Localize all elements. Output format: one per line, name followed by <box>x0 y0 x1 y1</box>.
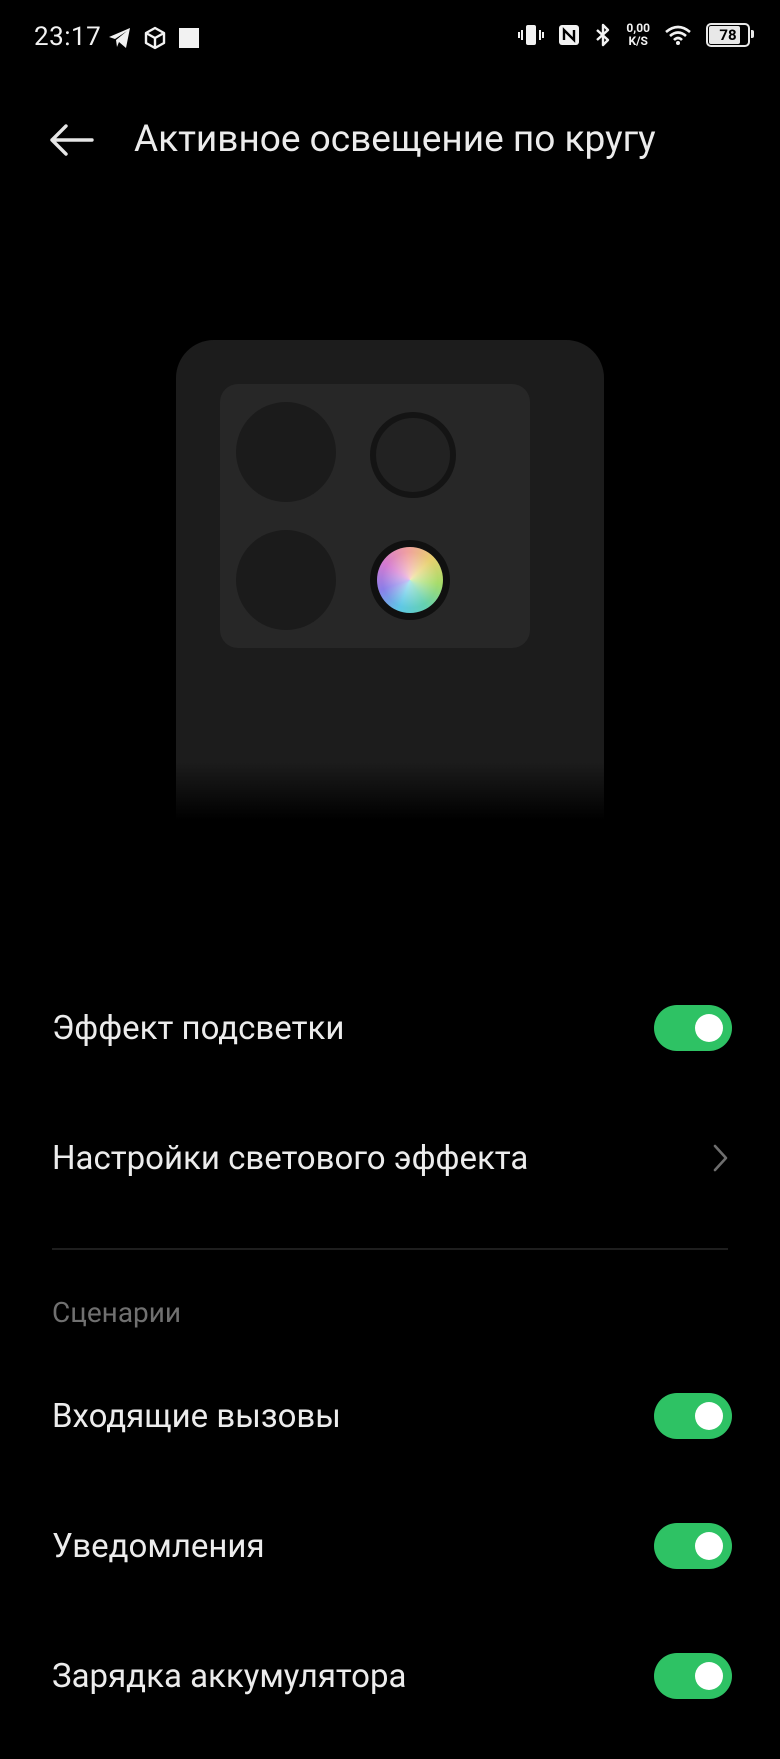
status-left-icons <box>108 26 200 50</box>
toggle-knob <box>695 1662 723 1690</box>
camera-module <box>220 384 530 648</box>
section-header-scenarios: Сценарии <box>52 1296 182 1329</box>
halo-light-ring <box>370 540 450 620</box>
nfc-icon <box>558 24 580 46</box>
telegram-icon <box>108 27 132 49</box>
incoming-calls-toggle[interactable] <box>654 1393 732 1439</box>
setting-battery-charging[interactable]: Зарядка аккумулятора <box>52 1636 732 1716</box>
battery-level: 78 <box>719 26 737 44</box>
notifications-toggle[interactable] <box>654 1523 732 1569</box>
setting-effect-settings[interactable]: Настройки светового эффекта <box>52 1118 732 1198</box>
wifi-icon <box>664 24 692 46</box>
battery-icon: 78 <box>706 23 754 47</box>
status-time: 23:17 <box>34 22 102 52</box>
bluetooth-icon <box>594 23 612 47</box>
vibrate-icon <box>518 23 545 47</box>
lighting-effect-toggle[interactable] <box>654 1005 732 1051</box>
phone-back-illustration <box>176 340 604 820</box>
back-arrow-icon <box>50 124 94 156</box>
setting-label: Уведомления <box>52 1526 265 1566</box>
setting-label: Эффект подсветки <box>52 1008 345 1048</box>
rgb-light-orb <box>377 547 443 613</box>
status-right-icons: 0,00 K/S 78 <box>518 22 754 48</box>
setting-label: Зарядка аккумулятора <box>52 1656 407 1696</box>
net-speed-unit: K/S <box>628 34 648 48</box>
back-button[interactable] <box>46 114 98 166</box>
setting-incoming-calls[interactable]: Входящие вызовы <box>52 1376 732 1456</box>
toggle-knob <box>695 1532 723 1560</box>
setting-lighting-effect[interactable]: Эффект подсветки <box>52 988 732 1068</box>
square-icon <box>178 27 200 49</box>
status-bar: 23:17 0,00 K/S 78 <box>0 0 780 80</box>
camera-lens <box>236 402 336 502</box>
battery-charging-toggle[interactable] <box>654 1653 732 1699</box>
setting-label: Настройки светового эффекта <box>52 1138 529 1178</box>
toggle-knob <box>695 1402 723 1430</box>
divider <box>52 1248 728 1250</box>
page-title: Активное освещение по кругу <box>134 118 656 161</box>
chevron-right-icon <box>708 1141 732 1175</box>
cube-icon <box>144 26 166 50</box>
toggle-knob <box>695 1014 723 1042</box>
setting-notifications[interactable]: Уведомления <box>52 1506 732 1586</box>
camera-lens <box>236 530 336 630</box>
camera-lens-ring <box>370 412 456 498</box>
setting-label: Входящие вызовы <box>52 1396 341 1436</box>
net-speed: 0,00 K/S <box>626 22 650 48</box>
